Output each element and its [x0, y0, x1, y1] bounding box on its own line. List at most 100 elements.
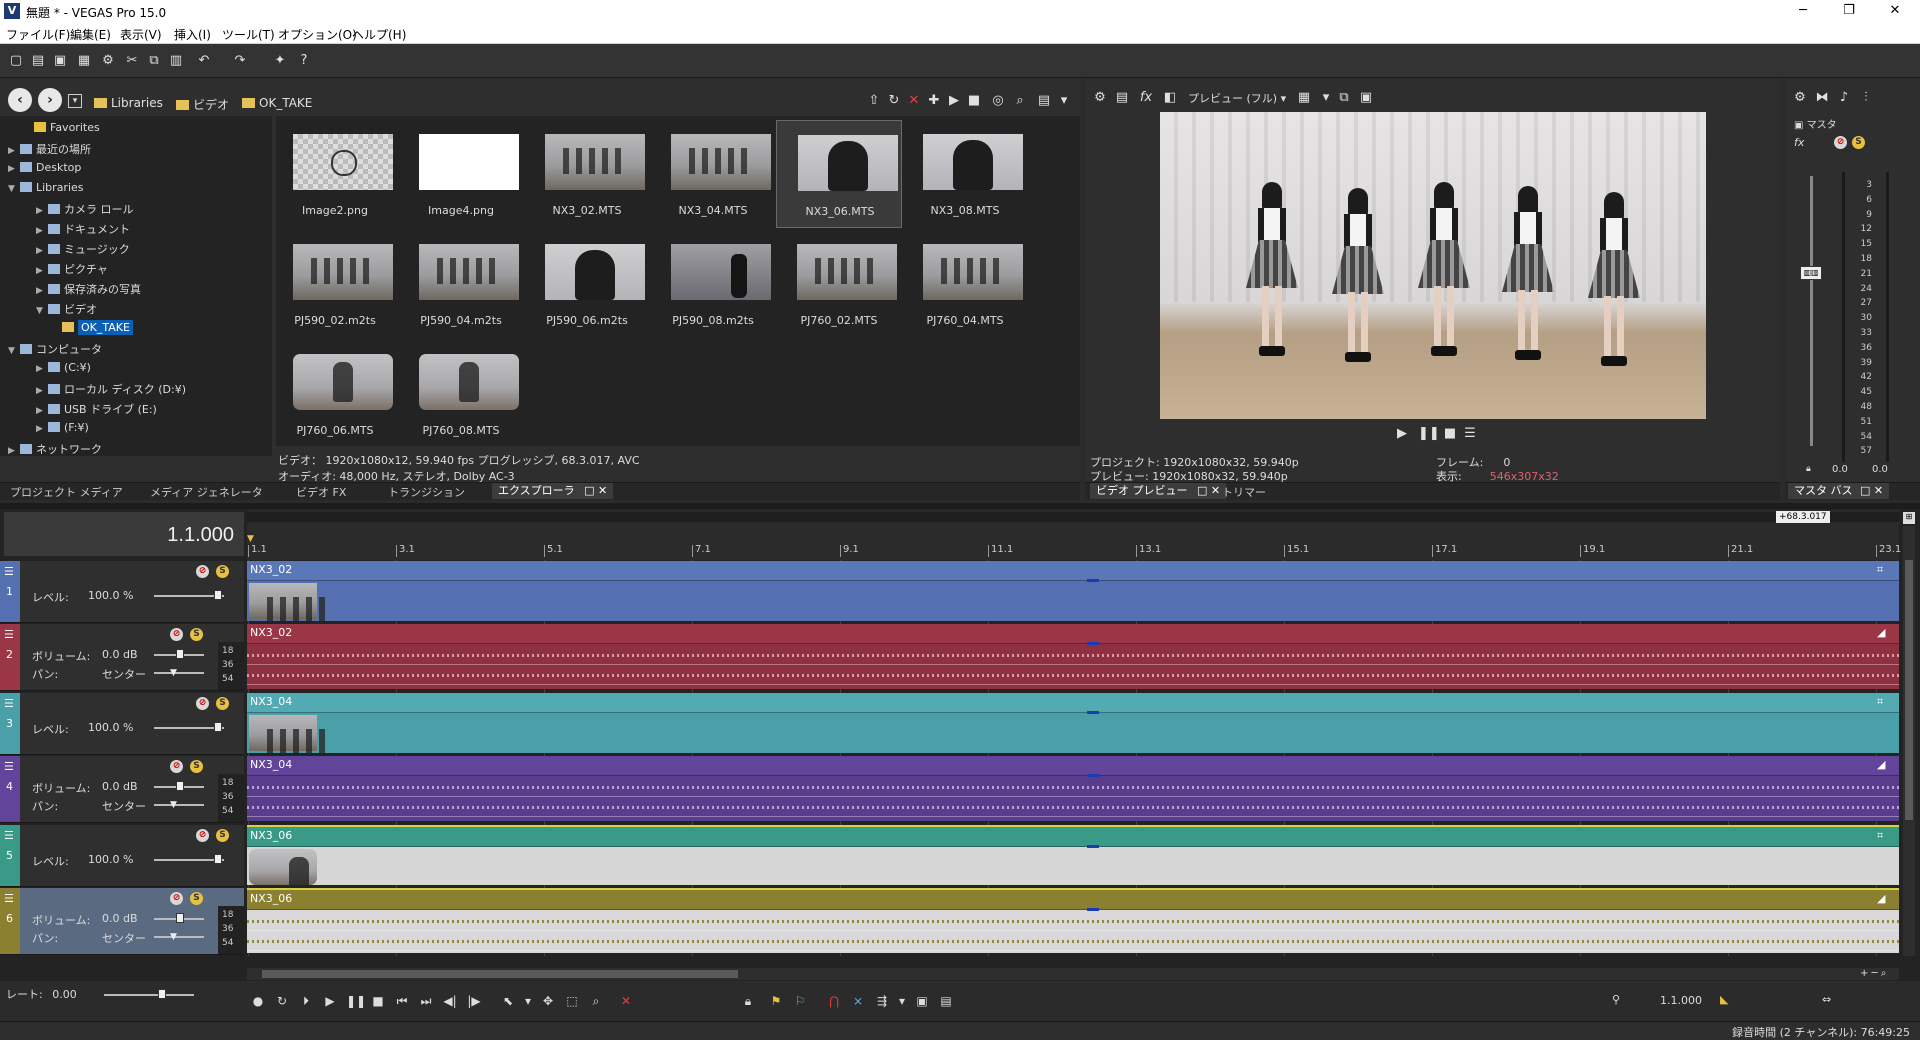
tree-item[interactable]: Favorites: [22, 121, 100, 134]
menu-tools[interactable]: ツール(T): [222, 26, 275, 43]
track-solo-icon[interactable]: S: [216, 697, 229, 710]
lock-envelopes-icon[interactable]: 🔒︎: [740, 993, 756, 1009]
previous-frame-icon[interactable]: ◀|: [442, 993, 458, 1009]
clip-fade-handle-icon[interactable]: ⌗: [1877, 563, 1883, 577]
history-dropdown-icon[interactable]: ▾: [68, 94, 82, 108]
tree-item[interactable]: ▶ ピクチャ: [36, 261, 108, 277]
menu-options[interactable]: オプション(O): [278, 26, 357, 43]
track-solo-icon[interactable]: S: [190, 892, 203, 905]
preview-menu-icon[interactable]: ☰: [1462, 426, 1478, 442]
clip-fade-handle-icon[interactable]: ⌗: [1877, 829, 1883, 843]
mixer-icon[interactable]: ⫶: [1858, 90, 1874, 106]
tree-item[interactable]: ▶ ネットワーク: [8, 441, 102, 457]
stop-icon[interactable]: ■: [370, 993, 386, 1009]
tree-item[interactable]: ▶ ミュージック: [36, 241, 130, 257]
clip-fade-handle-icon[interactable]: ◢: [1877, 626, 1885, 639]
tab-trimmer[interactable]: トリマー: [1222, 484, 1266, 500]
expand-icon[interactable]: ▼: [36, 306, 48, 316]
preview-quality-dropdown[interactable]: プレビュー (フル) ▾: [1188, 90, 1286, 106]
track-pan-knob[interactable]: ▼: [170, 800, 177, 810]
paste-icon[interactable]: ▥: [168, 53, 184, 69]
loop-end-marker[interactable]: +68.3.017: [1776, 511, 1830, 523]
track-param-knob[interactable]: [176, 913, 184, 923]
tree-item[interactable]: ▼ コンピュータ: [8, 341, 102, 357]
back-button[interactable]: ‹: [8, 88, 32, 112]
expand-icon[interactable]: ▶: [36, 226, 48, 236]
expand-icon[interactable]: ▶: [36, 246, 48, 256]
track-header[interactable]: ☰ 4 ⊘ S ボリューム: 0.0 dB パン: センター ▼ 18 36 54: [0, 756, 244, 823]
tree-item[interactable]: ▶ 保存済みの写真: [36, 281, 141, 297]
track-event-clip[interactable]: NX3_06 ⌗: [247, 825, 1899, 885]
track-event-clip[interactable]: NX3_02 ⌗: [247, 561, 1899, 621]
expand-icon[interactable]: ▶: [36, 364, 48, 374]
edit-tool-dropdown-icon[interactable]: ▾: [520, 993, 536, 1009]
overlays-dropdown-icon[interactable]: ▾: [1318, 90, 1334, 106]
track-menu-icon[interactable]: ☰: [4, 892, 14, 905]
track-pan-slider[interactable]: [154, 804, 204, 806]
file-thumbnail[interactable]: NX3_06.MTS: [776, 120, 902, 228]
track-menu-icon[interactable]: ☰: [4, 697, 14, 710]
track-header[interactable]: ☰ 2 ⊘ S ボリューム: 0.0 dB パン: センター ▼ 18 36 54: [0, 624, 244, 691]
track-event-clip[interactable]: NX3_02 ◢: [247, 624, 1899, 689]
file-thumbnail[interactable]: Image4.png: [398, 120, 524, 228]
expand-icon[interactable]: ▶: [8, 446, 20, 456]
up-folder-icon[interactable]: ⇧: [866, 93, 882, 109]
tab-close-icon[interactable]: □ ✕: [584, 484, 607, 497]
minimize-button[interactable]: ─: [1780, 0, 1826, 22]
track-header[interactable]: ☰ 6 ⊘ S ボリューム: 0.0 dB パン: センター ▼ 18 36 54: [0, 888, 244, 955]
file-thumbnail[interactable]: PJ590_02.m2ts: [272, 230, 398, 338]
track-solo-icon[interactable]: S: [190, 760, 203, 773]
split-screen-icon[interactable]: ◧: [1162, 90, 1178, 106]
track-mute-icon[interactable]: ⊘: [170, 628, 183, 641]
track-mute-icon[interactable]: ⊘: [170, 760, 183, 773]
delete-icon[interactable]: ✕: [906, 93, 922, 109]
marker-bar[interactable]: [247, 512, 1899, 522]
timeline-options-icon[interactable]: ⊞: [1903, 512, 1915, 524]
save-icon[interactable]: ▣: [52, 53, 68, 69]
track-menu-icon[interactable]: ☰: [4, 829, 14, 842]
track-pan-slider[interactable]: [154, 936, 204, 938]
track-number-strip[interactable]: ☰ 1: [0, 561, 20, 622]
next-frame-icon[interactable]: |▶: [466, 993, 482, 1009]
file-thumbnail[interactable]: PJ590_08.m2ts: [650, 230, 776, 338]
downmix-icon[interactable]: ⧓: [1814, 90, 1830, 106]
clip-fade-handle-icon[interactable]: ◢: [1877, 892, 1885, 905]
track-param-knob[interactable]: [176, 649, 184, 659]
track-event-clip[interactable]: NX3_04 ⌗: [247, 693, 1899, 753]
properties-gear-icon[interactable]: ⚙: [100, 53, 116, 69]
tree-item[interactable]: ▶ (C:¥): [36, 361, 91, 374]
preview-stop-icon[interactable]: ■: [1442, 426, 1458, 442]
track-event-clip[interactable]: NX3_04 ◢: [247, 756, 1899, 821]
rate-slider-track[interactable]: [104, 994, 194, 996]
auto-crossfade-icon[interactable]: ⨯: [850, 993, 866, 1009]
envelope-tool-icon[interactable]: ✥: [540, 993, 556, 1009]
overlays-grid-icon[interactable]: ▦: [1296, 90, 1312, 106]
selection-tool-icon[interactable]: ⬚: [564, 993, 580, 1009]
copy-snapshot-icon[interactable]: ⧉: [1336, 90, 1352, 106]
clip-fade-handle-icon[interactable]: ◢: [1877, 758, 1885, 771]
track-solo-icon[interactable]: S: [216, 565, 229, 578]
snapping-icon[interactable]: ⋂: [826, 993, 842, 1009]
vertical-scroll-thumb[interactable]: [1905, 560, 1913, 820]
file-thumbnail[interactable]: PJ760_08.MTS: [398, 340, 524, 448]
insert-region-icon[interactable]: ⚐: [792, 993, 808, 1009]
expand-icon[interactable]: ▶: [8, 146, 20, 156]
track-header[interactable]: ☰ 1 ⊘ S レベル: 100.0 %: [0, 561, 244, 623]
cut-icon[interactable]: ✂: [124, 53, 140, 69]
tree-item[interactable]: ▶ 最近の場所: [8, 141, 91, 157]
track-mute-icon[interactable]: ⊘: [196, 829, 209, 842]
zoom-controls[interactable]: + ─ ⌕: [1860, 968, 1886, 979]
refresh-icon[interactable]: ↻: [886, 93, 902, 109]
track-number-strip[interactable]: ☰ 2: [0, 624, 20, 690]
tree-item[interactable]: ▶ Desktop: [8, 161, 81, 174]
track-header[interactable]: ☰ 3 ⊘ S レベル: 100.0 %: [0, 693, 244, 755]
new-project-icon[interactable]: ▢: [8, 53, 24, 69]
maximize-button[interactable]: ❐: [1826, 0, 1872, 22]
tab-project-media[interactable]: プロジェクト メディア: [10, 484, 123, 500]
file-thumbnail[interactable]: NX3_08.MTS: [902, 120, 1028, 228]
play-icon[interactable]: ▶: [322, 993, 338, 1009]
track-param-knob[interactable]: [214, 722, 222, 732]
tree-item[interactable]: ▶ カメラ ロール: [36, 201, 134, 217]
video-fx-icon[interactable]: fx: [1138, 90, 1154, 106]
help-icon[interactable]: ?: [296, 53, 312, 69]
